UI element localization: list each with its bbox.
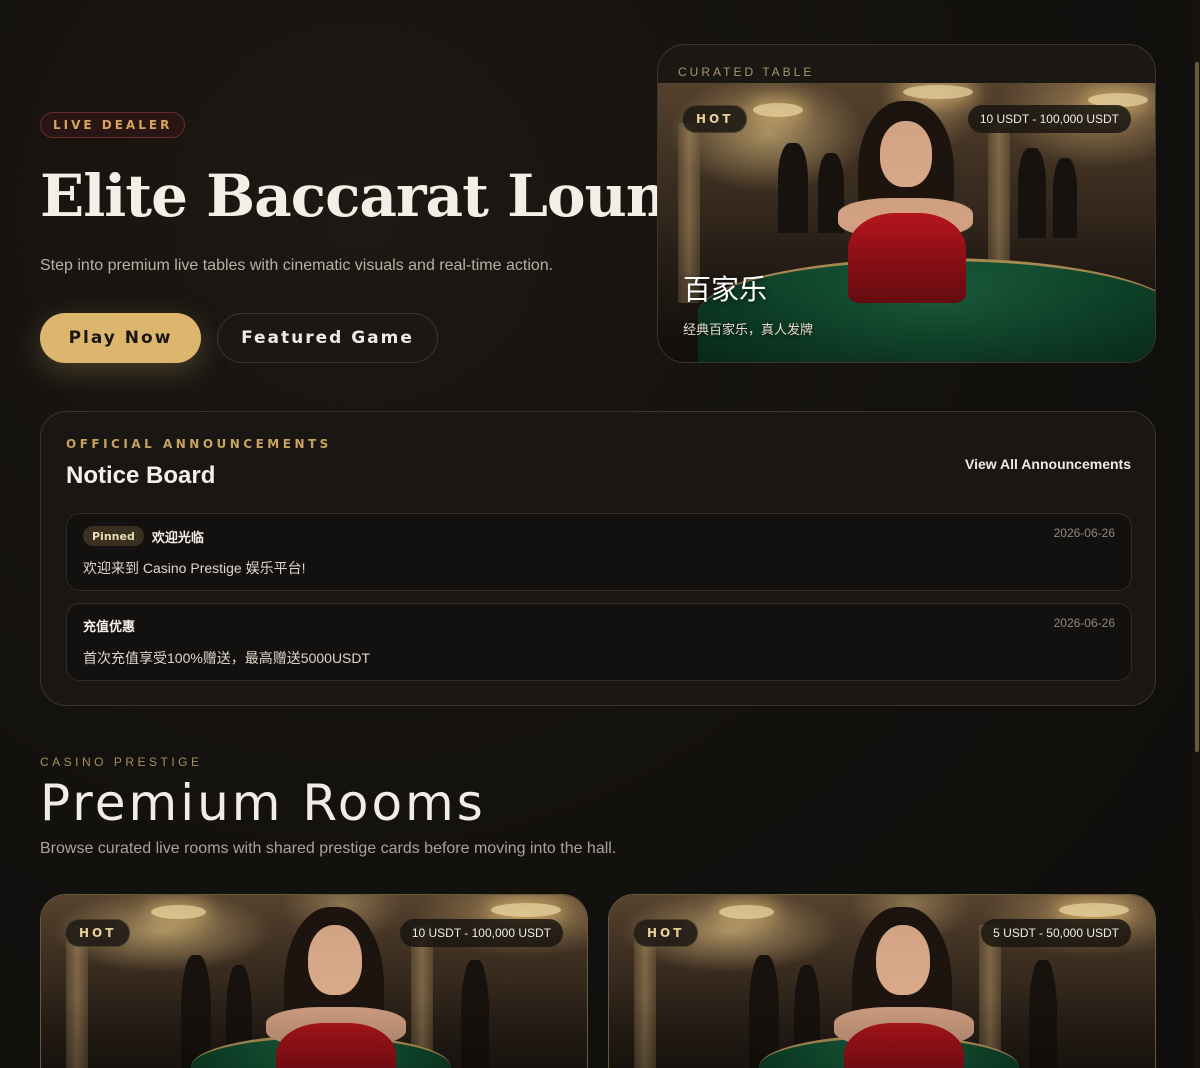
room-image: HOT 10 USDT - 100,000 USDT bbox=[41, 895, 587, 1068]
bet-range-badge: 5 USDT - 50,000 USDT bbox=[981, 919, 1131, 947]
view-all-announcements-link[interactable]: View All Announcements bbox=[965, 456, 1131, 472]
announcement-item[interactable]: 充值优惠 首次充值享受100%赠送，最高赠送5000USDT 2026-06-2… bbox=[66, 603, 1132, 681]
hot-badge: HOT bbox=[65, 919, 131, 947]
announcement-body: 首次充值享受100%赠送，最高赠送5000USDT bbox=[83, 650, 371, 666]
hero-title: Elite Baccarat Lounge bbox=[40, 162, 743, 230]
live-dealer-badge: LIVE DEALER bbox=[40, 112, 186, 138]
announcement-item[interactable]: Pinned 欢迎光临 欢迎来到 Casino Prestige 娱乐平台! 2… bbox=[66, 513, 1132, 591]
announcement-body: 欢迎来到 Casino Prestige 娱乐平台! bbox=[83, 560, 306, 576]
announcement-date: 2026-06-26 bbox=[1053, 616, 1115, 630]
announcement-title: 充值优惠 bbox=[83, 620, 136, 635]
bet-range-badge: 10 USDT - 100,000 USDT bbox=[399, 919, 563, 947]
announcement-date: 2026-06-26 bbox=[1053, 526, 1115, 540]
game-name: 百家乐 bbox=[683, 273, 768, 306]
featured-game-button[interactable]: Featured Game bbox=[217, 313, 438, 363]
bet-range-badge: 10 USDT - 100,000 USDT bbox=[967, 105, 1131, 133]
play-now-button[interactable]: Play Now bbox=[40, 313, 201, 363]
room-image: HOT 5 USDT - 50,000 USDT bbox=[609, 895, 1155, 1068]
rooms-subtitle: Browse curated live rooms with shared pr… bbox=[40, 840, 617, 857]
curated-kicker: CURATED TABLE bbox=[678, 65, 815, 79]
page-scrollbar[interactable] bbox=[1193, 0, 1200, 1068]
baccarat-table-image: HOT 10 USDT - 100,000 USDT 百家乐 经典百家乐，真人发… bbox=[658, 83, 1155, 362]
hero-subtitle: Step into premium live tables with cinem… bbox=[40, 257, 554, 274]
notice-board: OFFICIAL ANNOUNCEMENTS Notice Board View… bbox=[40, 411, 1156, 706]
notice-board-title: Notice Board bbox=[66, 462, 216, 489]
hot-badge: HOT bbox=[682, 105, 748, 133]
game-description: 经典百家乐，真人发牌 bbox=[683, 323, 814, 338]
room-card[interactable]: HOT 10 USDT - 100,000 USDT bbox=[40, 894, 588, 1068]
rooms-kicker: CASINO PRESTIGE bbox=[40, 755, 203, 769]
rooms-title: Premium Rooms bbox=[40, 774, 486, 832]
announcements-kicker: OFFICIAL ANNOUNCEMENTS bbox=[66, 437, 332, 451]
room-card[interactable]: HOT 5 USDT - 50,000 USDT bbox=[608, 894, 1156, 1068]
scrollbar-thumb[interactable] bbox=[1195, 62, 1199, 752]
pinned-badge: Pinned bbox=[83, 526, 144, 546]
hot-badge: HOT bbox=[633, 919, 699, 947]
curated-table-card[interactable]: CURATED TABLE HOT 10 USDT - 100,000 USDT… bbox=[657, 44, 1156, 363]
announcement-title: 欢迎光临 bbox=[151, 530, 204, 546]
